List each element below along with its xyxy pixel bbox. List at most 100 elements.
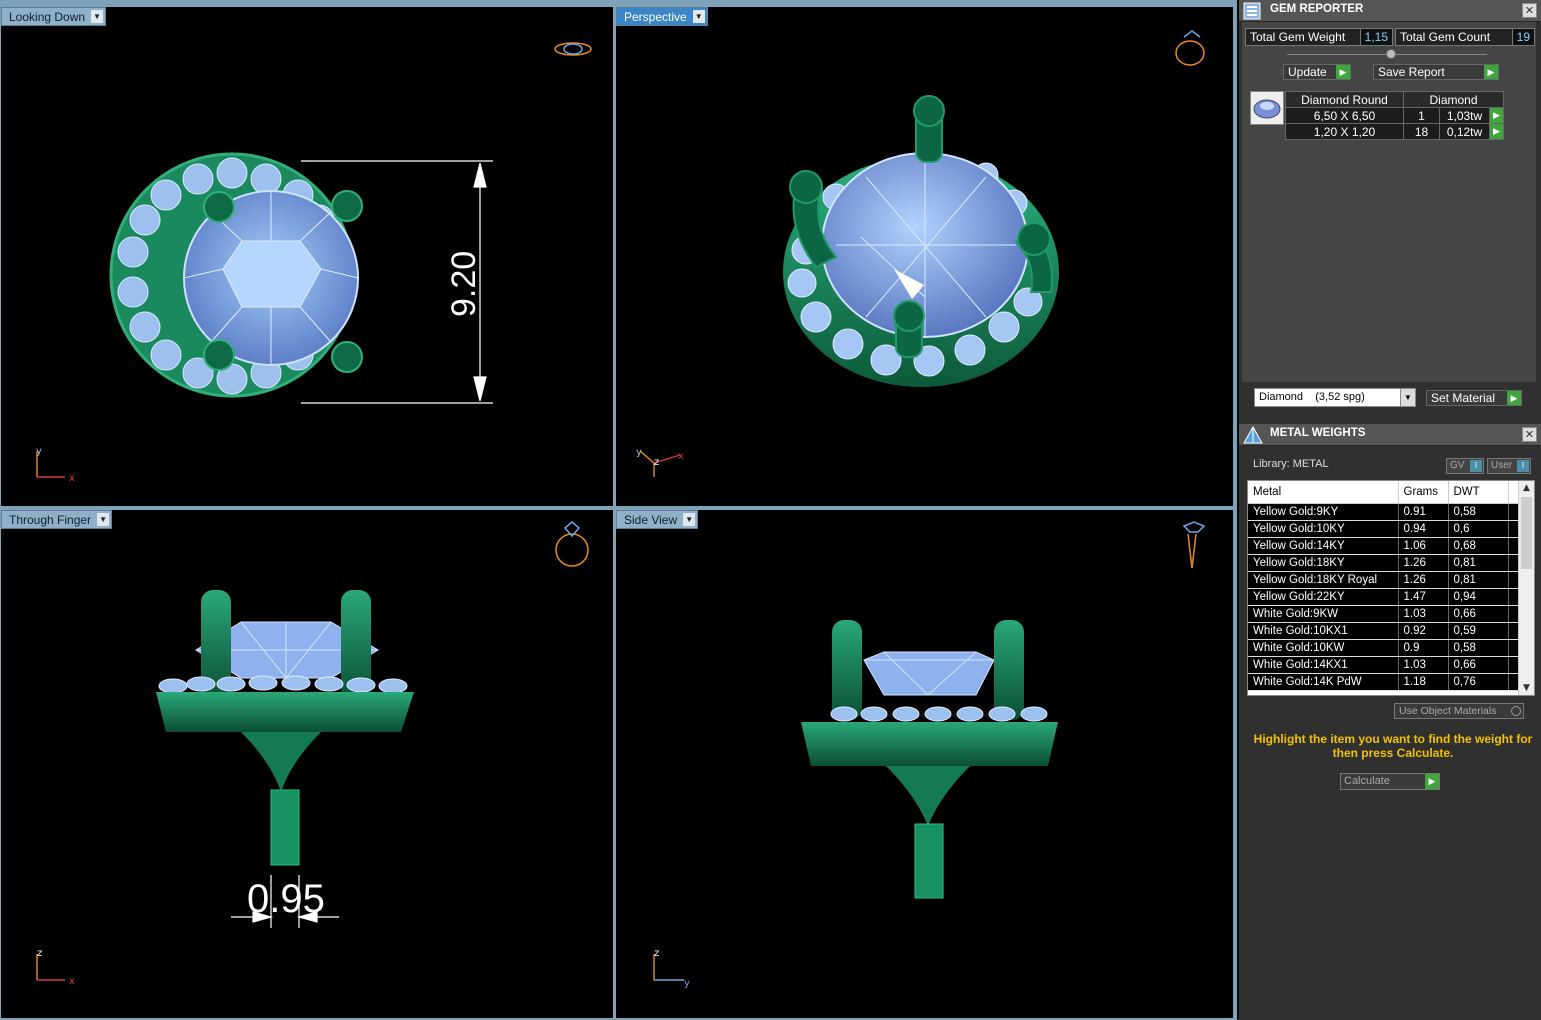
metal-name: White Gold:10KW bbox=[1248, 639, 1399, 657]
play-icon: ▶ bbox=[1336, 65, 1350, 79]
side-view-scene: z y bbox=[653, 521, 1206, 989]
chevron-down-icon[interactable]: ▼ bbox=[97, 513, 110, 526]
slider-handle[interactable] bbox=[1386, 49, 1396, 59]
scrollbar[interactable]: ▲ ▼ bbox=[1518, 481, 1534, 695]
scale-icon bbox=[1243, 425, 1263, 444]
table-row[interactable]: White Gold:10KX1 0.92 0,59 bbox=[1248, 622, 1521, 640]
viewport-perspective[interactable]: y z x Perspective ▼ bbox=[616, 7, 1233, 506]
metal-table[interactable]: Metal Grams DWT Yellow Gold:9KY 0.91 0,58 Y… bbox=[1247, 480, 1535, 696]
halo-metal bbox=[801, 722, 1058, 766]
dwt-value: 0,94 bbox=[1448, 588, 1509, 606]
scroll-thumb[interactable] bbox=[1521, 497, 1532, 569]
chevron-down-icon[interactable]: ▼ bbox=[683, 513, 696, 526]
grams-value: 1.47 bbox=[1398, 588, 1449, 606]
scroll-down-icon[interactable]: ▼ bbox=[1519, 681, 1534, 695]
dwt-value: 0,59 bbox=[1448, 622, 1509, 640]
calculate-label: Calculate bbox=[1344, 775, 1390, 787]
view-label-looking-down[interactable]: Looking Down ▼ bbox=[1, 7, 107, 26]
gem-thumbnail[interactable] bbox=[1250, 91, 1284, 125]
scroll-up-icon[interactable]: ▲ bbox=[1519, 481, 1534, 495]
play-icon: ▶ bbox=[1425, 774, 1439, 789]
metal-name: Yellow Gold:18KY bbox=[1248, 554, 1399, 572]
view-label-side-view[interactable]: Side View ▼ bbox=[616, 510, 699, 529]
perspective-scene: y z x bbox=[636, 30, 1205, 477]
axis-z-label: z bbox=[654, 948, 659, 959]
close-icon[interactable]: ✕ bbox=[1522, 427, 1537, 442]
chevron-down-icon[interactable]: ▼ bbox=[692, 10, 705, 23]
viewport-through-finger[interactable]: 0.95 z x Through Finger ▼ bbox=[1, 510, 613, 1018]
metal-weights-header: METAL WEIGHTS ✕ bbox=[1239, 424, 1541, 446]
total-gem-weight-label: Total Gem Weight bbox=[1250, 30, 1346, 44]
material-select[interactable]: Diamond (3,52 spg) ▼ bbox=[1254, 388, 1416, 407]
grams-value: 1.06 bbox=[1398, 537, 1449, 555]
table-row[interactable]: Yellow Gold:22KY 1.47 0,94 bbox=[1248, 588, 1521, 606]
table-row[interactable]: 1,20 X 1,20 18 0,12tw ▶ bbox=[1285, 123, 1504, 140]
total-gem-weight-value: 1,15 bbox=[1359, 29, 1392, 45]
viewport-looking-down[interactable]: 9.20 y x Looking Down ▼ bbox=[1, 7, 613, 506]
gem-weight: 0,12tw bbox=[1439, 123, 1490, 140]
set-material-label: Set Material bbox=[1431, 391, 1496, 405]
through-finger-scene: 0.95 z x bbox=[36, 521, 589, 987]
ring-orientation-icon bbox=[1182, 521, 1206, 569]
column-dwt[interactable]: DWT bbox=[1448, 481, 1509, 504]
view-label-perspective[interactable]: Perspective ▼ bbox=[616, 7, 708, 26]
ring-orientation-icon bbox=[1175, 30, 1205, 66]
table-row[interactable]: Yellow Gold:10KY 0.94 0,6 bbox=[1248, 520, 1521, 538]
axis-z-label: z bbox=[37, 948, 42, 959]
save-report-label: Save Report bbox=[1378, 65, 1445, 79]
viewport-area: 9.20 y x Looking Down ▼ y z x Perspectiv… bbox=[0, 0, 1237, 1020]
gem-weight: 1,03tw bbox=[1439, 107, 1490, 124]
grams-value: 0.94 bbox=[1398, 520, 1449, 538]
calculate-button[interactable]: Calculate ▶ bbox=[1340, 773, 1440, 790]
shape-header: Diamond Round bbox=[1285, 91, 1404, 108]
user-button[interactable]: User I bbox=[1487, 458, 1531, 474]
grams-value: 1.03 bbox=[1398, 605, 1449, 623]
looking-down-scene: 9.20 y x bbox=[36, 42, 592, 484]
table-row[interactable]: 6,50 X 6,50 1 1,03tw ▶ bbox=[1285, 107, 1504, 124]
update-label: Update bbox=[1288, 65, 1327, 79]
axis-y-label: y bbox=[36, 446, 42, 457]
chevron-down-icon[interactable]: ▼ bbox=[91, 10, 104, 23]
calculate-hint: Highlight the item you want to find the … bbox=[1253, 732, 1533, 760]
grams-value: 1.18 bbox=[1398, 673, 1449, 691]
gem-size: 1,20 X 1,20 bbox=[1285, 123, 1404, 140]
table-row[interactable]: White Gold:14K PdW 1.18 0,76 bbox=[1248, 673, 1521, 691]
total-gem-weight: Total Gem Weight 1,15 bbox=[1245, 28, 1393, 46]
table-row[interactable]: Yellow Gold:18KY 1.26 0,81 bbox=[1248, 554, 1521, 572]
use-object-materials-label: Use Object Materials bbox=[1399, 705, 1497, 717]
view-label-through-finger[interactable]: Through Finger ▼ bbox=[1, 510, 113, 529]
table-row[interactable]: Yellow Gold:18KY Royal 1.26 0,81 bbox=[1248, 571, 1521, 589]
column-grams[interactable]: Grams bbox=[1398, 481, 1449, 504]
gem-table-header: Diamond Round Diamond bbox=[1285, 91, 1504, 108]
save-report-button[interactable]: Save Report ▶ bbox=[1373, 64, 1499, 80]
use-object-materials-toggle[interactable]: Use Object Materials bbox=[1394, 703, 1524, 719]
metal-name: Yellow Gold:10KY bbox=[1248, 520, 1399, 538]
table-row[interactable]: White Gold:9KW 1.03 0,66 bbox=[1248, 605, 1521, 623]
gv-button[interactable]: GV I bbox=[1446, 458, 1484, 474]
viewport-side-view[interactable]: z y Side View ▼ bbox=[616, 510, 1233, 1018]
metal-name: Yellow Gold:14KY bbox=[1248, 537, 1399, 555]
gem-reporter-body: Total Gem Weight 1,15 Total Gem Count 19… bbox=[1242, 22, 1536, 407]
table-row[interactable]: Yellow Gold:9KY 0.91 0,58 bbox=[1248, 503, 1521, 521]
dwt-value: 0,81 bbox=[1448, 554, 1509, 572]
radio-icon bbox=[1511, 706, 1521, 716]
close-icon[interactable]: ✕ bbox=[1522, 3, 1537, 18]
column-metal[interactable]: Metal bbox=[1248, 481, 1399, 504]
table-row[interactable]: Yellow Gold:14KY 1.06 0,68 bbox=[1248, 537, 1521, 555]
play-icon[interactable]: ▶ bbox=[1489, 107, 1504, 124]
set-material-button[interactable]: Set Material ▶ bbox=[1426, 390, 1522, 406]
user-label: User bbox=[1491, 460, 1513, 471]
table-row[interactable]: White Gold:10KW 0.9 0,58 bbox=[1248, 639, 1521, 657]
play-icon[interactable]: ▶ bbox=[1489, 123, 1504, 140]
table-row[interactable]: White Gold:14KX1 1.03 0,66 bbox=[1248, 656, 1521, 674]
grams-value: 1.26 bbox=[1398, 554, 1449, 572]
grams-value: 0.92 bbox=[1398, 622, 1449, 640]
gem-count: 1 bbox=[1403, 107, 1440, 124]
view-name: Through Finger bbox=[9, 513, 92, 527]
dwt-value: 0,58 bbox=[1448, 639, 1509, 657]
axis-z-label: z bbox=[654, 457, 659, 468]
metal-table-grid: Metal Grams DWT Yellow Gold:9KY 0.91 0,58 Y… bbox=[1248, 481, 1521, 691]
chevron-down-icon[interactable]: ▼ bbox=[1400, 389, 1415, 406]
update-button[interactable]: Update ▶ bbox=[1283, 64, 1351, 80]
metal-weights-title: METAL WEIGHTS bbox=[1270, 427, 1366, 439]
